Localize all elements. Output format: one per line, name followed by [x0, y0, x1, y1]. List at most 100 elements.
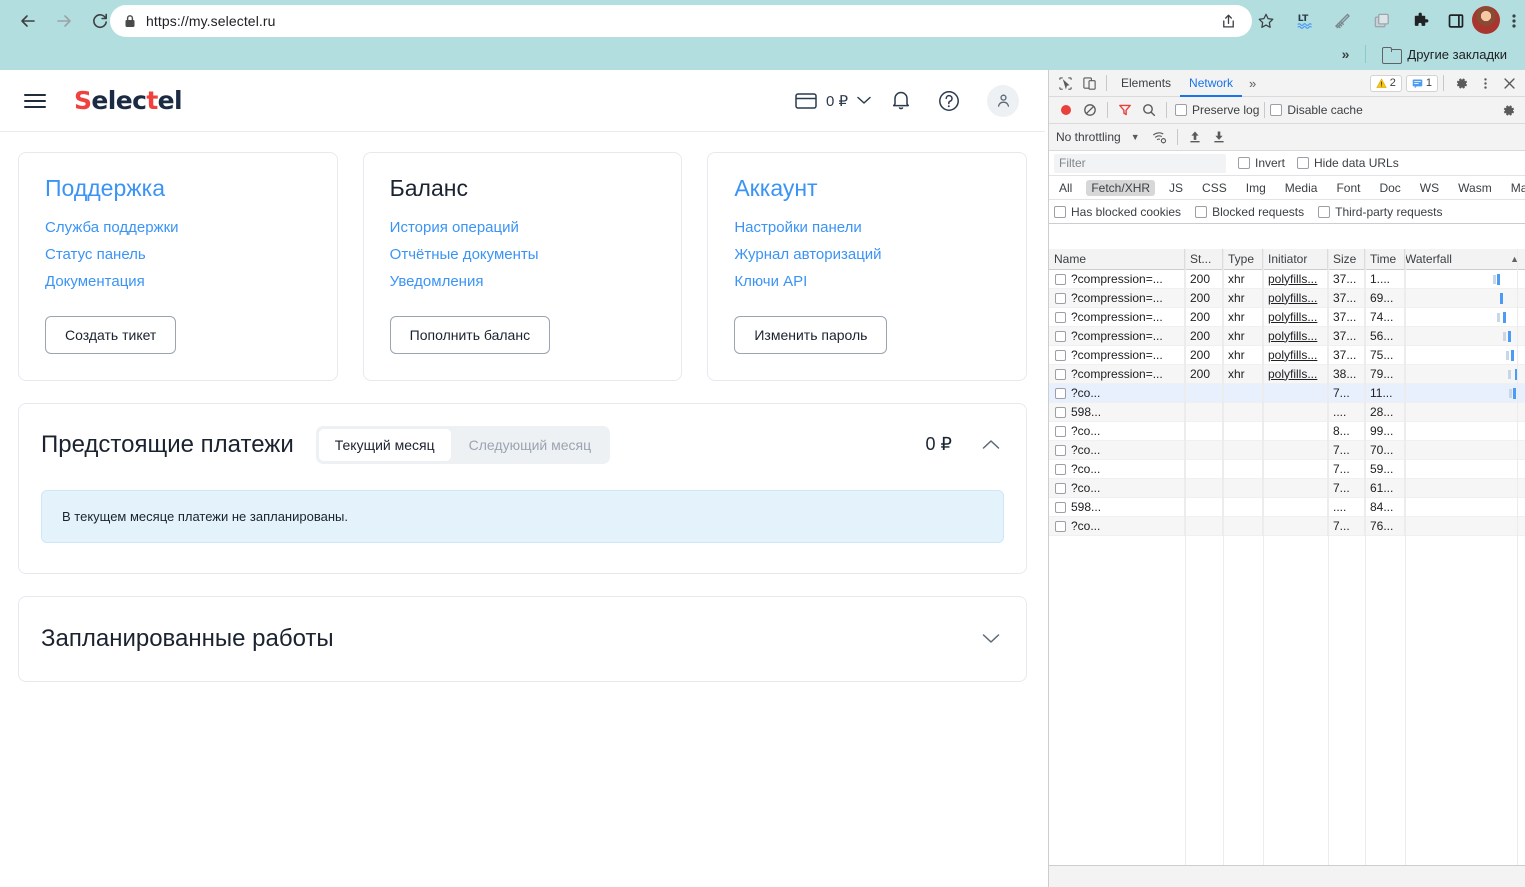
row-checkbox[interactable]: [1055, 502, 1066, 513]
network-conditions-icon[interactable]: [1148, 126, 1172, 148]
inspect-element-icon[interactable]: [1053, 72, 1077, 94]
column-status[interactable]: St...: [1185, 249, 1223, 270]
back-icon[interactable]: [12, 5, 44, 37]
link-auth-journal[interactable]: Журнал авторизаций: [734, 246, 881, 263]
tab-next-month[interactable]: Следующий месяц: [453, 429, 608, 461]
link-api-keys[interactable]: Ключи API: [734, 273, 807, 290]
column-size[interactable]: Size: [1328, 249, 1365, 270]
row-checkbox[interactable]: [1055, 521, 1066, 532]
type-filter-img[interactable]: Img: [1241, 180, 1271, 196]
initiator-link[interactable]: polyfills...: [1268, 329, 1317, 343]
column-name[interactable]: Name: [1049, 249, 1185, 270]
notifications-button[interactable]: [877, 81, 925, 121]
export-har-icon[interactable]: [1207, 126, 1231, 148]
close-icon[interactable]: [1497, 72, 1521, 94]
languagetool-icon[interactable]: LT: [1290, 5, 1322, 37]
has-blocked-cookies-checkbox[interactable]: Has blocked cookies: [1054, 205, 1181, 219]
row-checkbox[interactable]: [1055, 293, 1066, 304]
pen-extension-icon[interactable]: [1328, 5, 1360, 37]
initiator-link[interactable]: polyfills...: [1268, 367, 1317, 381]
blocked-requests-checkbox[interactable]: Blocked requests: [1195, 205, 1304, 219]
column-type[interactable]: Type: [1223, 249, 1263, 270]
table-row[interactable]: ?co...7...11...: [1049, 384, 1525, 403]
message-badge[interactable]: 1: [1406, 75, 1438, 92]
chevron-down-icon[interactable]: ▼: [1131, 132, 1140, 142]
link-notifications[interactable]: Уведомления: [390, 273, 484, 290]
invert-checkbox[interactable]: Invert: [1238, 156, 1285, 170]
profile-avatar[interactable]: [1472, 6, 1500, 34]
search-icon[interactable]: [1137, 99, 1161, 121]
row-checkbox[interactable]: [1055, 445, 1066, 456]
create-ticket-button[interactable]: Создать тикет: [45, 316, 176, 354]
user-avatar-button[interactable]: [987, 85, 1019, 117]
link-status-panel[interactable]: Статус панель: [45, 246, 146, 263]
warning-badge[interactable]: 2: [1370, 75, 1402, 92]
hide-data-urls-checkbox[interactable]: Hide data URLs: [1297, 156, 1399, 170]
address-bar[interactable]: https://my.selectel.ru: [110, 5, 1252, 37]
clear-icon[interactable]: [1078, 99, 1102, 121]
type-filter-all[interactable]: All: [1054, 180, 1077, 196]
throttling-select[interactable]: No throttling: [1056, 130, 1121, 144]
bookmark-star-icon[interactable]: [1250, 5, 1282, 37]
bookmarks-overflow-icon[interactable]: »: [1336, 46, 1356, 62]
table-row[interactable]: ?compression=...200xhrpolyfills...37...7…: [1049, 308, 1525, 327]
table-row[interactable]: ?co...7...61...: [1049, 479, 1525, 498]
extensions-icon[interactable]: [1404, 5, 1436, 37]
initiator-link[interactable]: polyfills...: [1268, 310, 1317, 324]
type-filter-fetch-xhr[interactable]: Fetch/XHR: [1086, 180, 1155, 196]
link-operations-history[interactable]: История операций: [390, 219, 519, 236]
chrome-menu-icon[interactable]: [1498, 5, 1525, 37]
initiator-link[interactable]: polyfills...: [1268, 291, 1317, 305]
tab-elements[interactable]: Elements: [1112, 70, 1180, 97]
tab-network[interactable]: Network: [1180, 70, 1242, 97]
row-checkbox[interactable]: [1055, 350, 1066, 361]
more-tabs-icon[interactable]: »: [1242, 76, 1263, 91]
third-party-requests-checkbox[interactable]: Third-party requests: [1318, 205, 1442, 219]
type-filter-ws[interactable]: WS: [1415, 180, 1444, 196]
type-filter-wasm[interactable]: Wasm: [1453, 180, 1497, 196]
row-checkbox[interactable]: [1055, 369, 1066, 380]
table-row[interactable]: ?compression=...200xhrpolyfills...37...7…: [1049, 346, 1525, 365]
table-row[interactable]: ?compression=...200xhrpolyfills...37...1…: [1049, 270, 1525, 289]
column-time[interactable]: Time: [1365, 249, 1405, 270]
forward-icon[interactable]: [48, 5, 80, 37]
table-row[interactable]: 598.......28...: [1049, 403, 1525, 422]
link-report-documents[interactable]: Отчётные документы: [390, 246, 539, 263]
table-row[interactable]: ?co...8...99...: [1049, 422, 1525, 441]
other-bookmarks-item[interactable]: Другие закладки: [1376, 44, 1513, 65]
table-row[interactable]: 598.......84...: [1049, 498, 1525, 517]
link-documentation[interactable]: Документация: [45, 273, 145, 290]
column-waterfall[interactable]: Waterfall ▲: [1405, 249, 1525, 270]
gear-icon[interactable]: [1449, 72, 1473, 94]
type-filter-css[interactable]: CSS: [1197, 180, 1232, 196]
change-password-button[interactable]: Изменить пароль: [734, 316, 887, 354]
table-row[interactable]: ?compression=...200xhrpolyfills...38...7…: [1049, 365, 1525, 384]
column-initiator[interactable]: Initiator: [1263, 249, 1328, 270]
top-up-balance-button[interactable]: Пополнить баланс: [390, 316, 550, 354]
type-filter-js[interactable]: JS: [1164, 180, 1188, 196]
type-filter-doc[interactable]: Doc: [1374, 180, 1405, 196]
type-filter-media[interactable]: Media: [1280, 180, 1323, 196]
table-row[interactable]: ?co...7...70...: [1049, 441, 1525, 460]
initiator-link[interactable]: polyfills...: [1268, 348, 1317, 362]
link-support-service[interactable]: Служба поддержки: [45, 219, 179, 236]
card-title[interactable]: Поддержка: [45, 175, 311, 203]
tab-current-month[interactable]: Текущий месяц: [319, 429, 451, 461]
table-row[interactable]: ?compression=...200xhrpolyfills...37...6…: [1049, 289, 1525, 308]
kebab-menu-icon[interactable]: [1473, 72, 1497, 94]
chevron-down-icon[interactable]: [982, 633, 1000, 644]
row-checkbox[interactable]: [1055, 331, 1066, 342]
help-button[interactable]: [925, 81, 973, 121]
type-filter-manifest[interactable]: Manifest: [1506, 180, 1525, 196]
balance-chip[interactable]: 0 ₽: [789, 81, 877, 121]
filter-icon[interactable]: [1113, 99, 1137, 121]
hamburger-menu-icon[interactable]: [22, 91, 48, 111]
link-panel-settings[interactable]: Настройки панели: [734, 219, 861, 236]
table-row[interactable]: ?compression=...200xhrpolyfills...37...5…: [1049, 327, 1525, 346]
filter-input[interactable]: [1054, 154, 1226, 173]
network-settings-gear-icon[interactable]: [1496, 99, 1520, 121]
table-row[interactable]: ?co...7...76...: [1049, 517, 1525, 536]
side-panel-icon[interactable]: [1440, 5, 1472, 37]
row-checkbox[interactable]: [1055, 312, 1066, 323]
card-title[interactable]: Аккаунт: [734, 175, 1000, 203]
